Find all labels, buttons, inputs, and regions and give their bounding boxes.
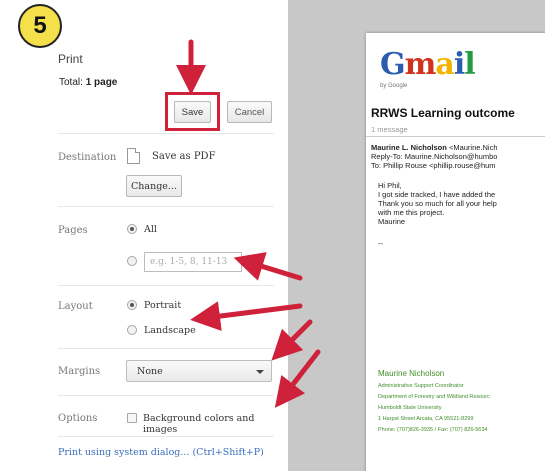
signature-line: 1 Harpst Street Arcata, CA 95521-8299 [378, 416, 474, 422]
total-label: Total: [59, 77, 83, 88]
background-graphics-label: Background colors and images [143, 413, 255, 435]
signature-separator: -- [378, 239, 383, 248]
options-label: Options [58, 413, 98, 424]
margins-label: Margins [58, 366, 101, 377]
signature-line: Department of Forestry and Wildland Reso… [378, 394, 490, 400]
pages-range-radio[interactable] [127, 256, 137, 266]
layout-label: Layout [58, 301, 93, 312]
body-line: Hi Phil, [378, 181, 402, 190]
layout-portrait-label: Portrait [144, 300, 182, 311]
body-line: I got side tracked, I have added the [378, 190, 496, 199]
divider [366, 136, 545, 137]
system-dialog-link[interactable]: Print using system dialog... (Ctrl+Shift… [58, 447, 264, 458]
margins-value: None [137, 366, 163, 377]
cancel-button[interactable]: Cancel [227, 101, 272, 123]
from-email: <Maurine.Nich [448, 143, 498, 152]
signature-line: Humboldt State University [378, 405, 442, 411]
body-line: with me this project. [378, 208, 445, 217]
change-destination-button[interactable]: Change... [126, 175, 182, 197]
page-range-input[interactable]: e.g. 1-5, 8, 11-13 [144, 252, 242, 272]
destination-label: Destination [58, 152, 117, 163]
document-icon [127, 148, 140, 164]
pages-all-label: All [144, 224, 157, 235]
email-to: To: Phillip Rouse <phillip.rouse@hum [371, 161, 496, 170]
total-pages: Total: 1 page [59, 77, 117, 88]
preview-page: Gmail by Google RRWS Learning outcome 1 … [366, 33, 545, 471]
layout-landscape-label: Landscape [144, 325, 196, 336]
destination-name: Save as PDF [152, 151, 216, 162]
message-count: 1 message [371, 125, 408, 134]
save-button[interactable]: Save [174, 101, 211, 123]
logo-subtitle: by Google [380, 83, 408, 89]
chevron-down-icon [256, 370, 264, 374]
divider [58, 348, 274, 349]
layout-portrait-radio[interactable] [127, 300, 137, 310]
gmail-logo: Gmail [380, 47, 476, 82]
email-from: Maurine L. Nicholson <Maurine.Nich [371, 143, 498, 152]
divider [58, 436, 274, 437]
signature-name: Maurine Nicholson [378, 369, 445, 378]
body-line: Thank you so much for all your help [378, 199, 497, 208]
signature-line: Administrative Support Coordinator [378, 383, 464, 389]
pages-all-radio[interactable] [127, 224, 137, 234]
step-number-badge: 5 [18, 4, 62, 48]
print-preview-area: Gmail by Google RRWS Learning outcome 1 … [288, 0, 545, 471]
total-value: 1 page [85, 77, 118, 88]
email-subject: RRWS Learning outcome [371, 106, 515, 120]
print-dialog-title: Print [58, 52, 83, 66]
background-graphics-checkbox[interactable] [127, 413, 137, 423]
email-reply-to: Reply-To: Maurine.Nicholson@humbo [371, 152, 498, 161]
layout-landscape-radio[interactable] [127, 325, 137, 335]
divider [58, 285, 274, 286]
from-name: Maurine L. Nicholson [371, 143, 447, 152]
signature-line: Phone: (707)826-3935 / Fax: (707) 826-56… [378, 427, 488, 433]
body-line: Maurine [378, 217, 406, 226]
divider [58, 206, 274, 207]
print-settings-panel: 5 Print Total: 1 page Save Cancel Destin… [0, 0, 288, 471]
margins-select[interactable]: None [126, 360, 272, 382]
divider [58, 133, 274, 134]
pages-label: Pages [58, 225, 88, 236]
divider [58, 395, 274, 396]
